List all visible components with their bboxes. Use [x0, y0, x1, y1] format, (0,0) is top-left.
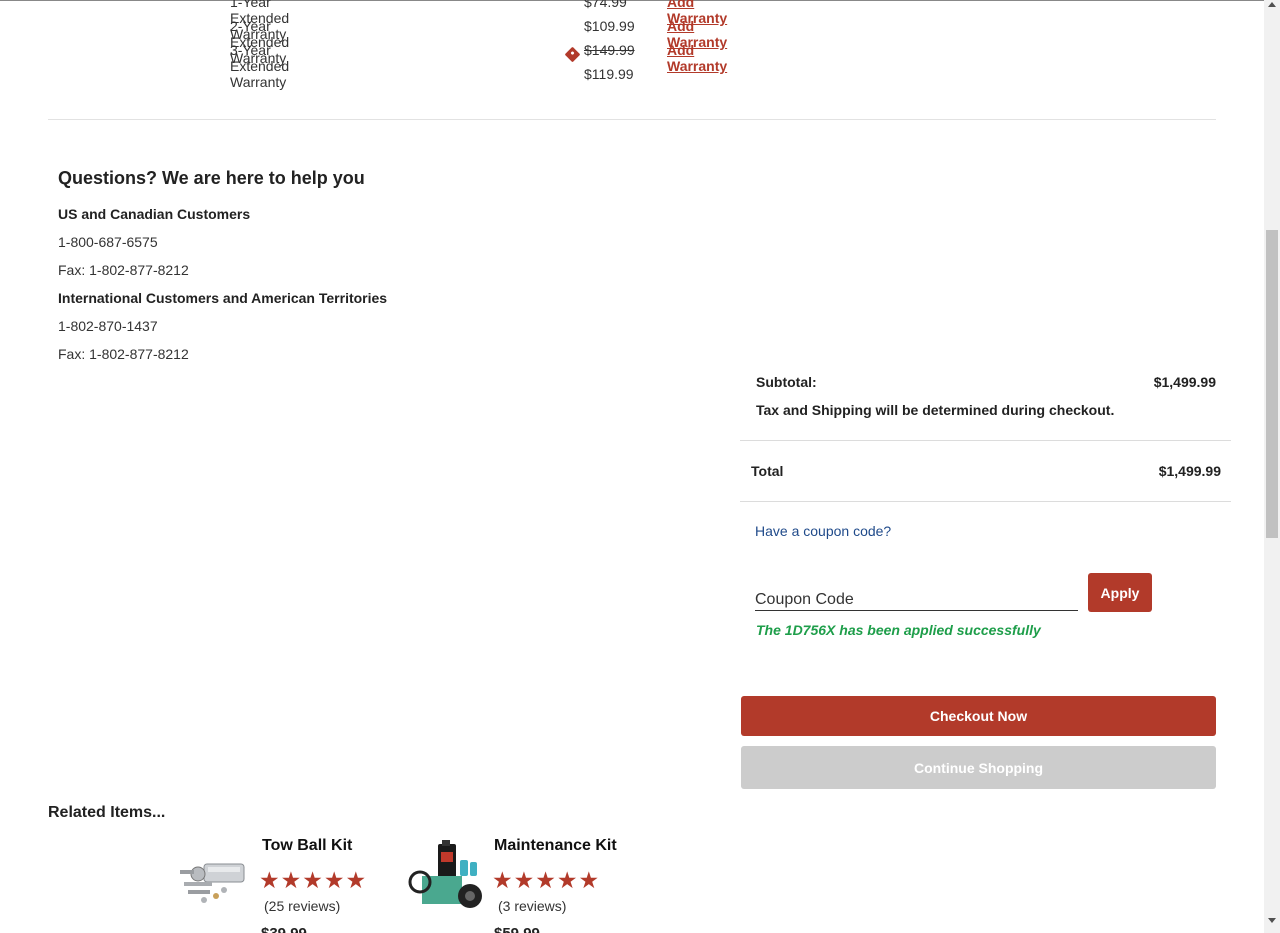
warranty-sale-price: $119.99 [584, 66, 634, 82]
related-item-price: $39.99 [261, 925, 307, 933]
summary-divider [740, 501, 1231, 502]
intl-phone: 1-802-870-1437 [58, 318, 158, 334]
rating-stars: ★★★★★ [492, 867, 601, 893]
warranty-name: 3-Year Extended Warranty [230, 42, 290, 90]
summary-divider [740, 440, 1231, 441]
vertical-scrollbar[interactable] [1264, 0, 1280, 933]
tax-shipping-note: Tax and Shipping will be determined duri… [756, 402, 1115, 418]
coupon-success-message: The 1D756X has been applied successfully [756, 622, 1041, 638]
subtotal-value: $1,499.99 [1153, 374, 1216, 390]
coupon-code-link[interactable]: Have a coupon code? [755, 523, 891, 539]
related-items-title: Related Items... [48, 804, 166, 821]
reviews-count[interactable]: (3 reviews) [498, 898, 566, 914]
intl-customers-heading: International Customers and American Ter… [58, 290, 388, 306]
related-item-name[interactable]: Maintenance Kit [494, 837, 617, 855]
help-title: Questions? We are here to help you [58, 168, 365, 188]
us-fax: Fax: 1-802-877-8212 [58, 262, 189, 278]
us-phone: 1-800-687-6575 [58, 234, 158, 250]
reviews-count[interactable]: (25 reviews) [264, 898, 340, 914]
add-warranty-link[interactable]: Add Warranty [667, 42, 727, 74]
scrollbar-thumb[interactable] [1266, 230, 1278, 538]
warranty-original-price: $149.99 [584, 42, 635, 58]
related-item-name[interactable]: Tow Ball Kit [262, 837, 352, 855]
page-top-border [0, 0, 1264, 1]
coupon-code-input[interactable] [755, 585, 1078, 611]
maintenance-kit-image[interactable] [408, 840, 488, 914]
apply-coupon-button[interactable]: Apply [1088, 573, 1152, 612]
subtotal-label: Subtotal: [756, 374, 817, 390]
checkout-now-button[interactable]: Checkout Now [741, 696, 1216, 736]
warranty-price: $74.99 [584, 0, 627, 10]
total-label: Total [751, 463, 784, 479]
us-customers-heading: US and Canadian Customers [58, 206, 251, 222]
price-tag-icon [564, 46, 581, 63]
continue-shopping-button[interactable]: Continue Shopping [741, 746, 1216, 789]
rating-stars: ★★★★★ [259, 867, 368, 893]
warranty-price: $109.99 [584, 18, 635, 34]
scroll-up-icon[interactable] [1268, 2, 1276, 7]
total-value: $1,499.99 [1158, 463, 1221, 479]
section-divider [48, 119, 1216, 120]
scroll-down-icon[interactable] [1268, 918, 1276, 923]
intl-fax: Fax: 1-802-877-8212 [58, 346, 189, 362]
tow-ball-kit-image[interactable] [174, 852, 254, 908]
related-item-price: $59.99 [494, 925, 540, 933]
